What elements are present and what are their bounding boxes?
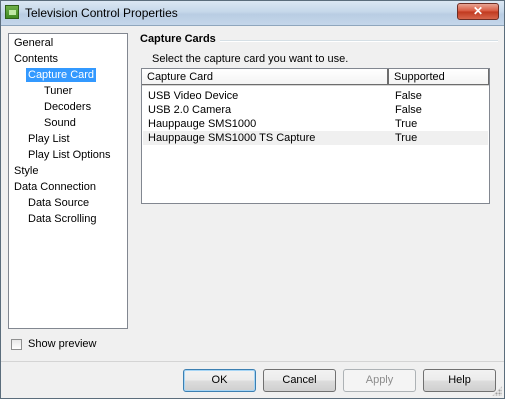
properties-dialog: Television Control Properties ✕ General … — [0, 0, 505, 399]
list-row[interactable]: USB 2.0 Camera False — [143, 103, 488, 117]
tree-item-general[interactable]: General — [12, 36, 55, 50]
group-divider — [220, 40, 498, 42]
apply-button: Apply — [343, 369, 416, 392]
window-title: Television Control Properties — [25, 6, 178, 20]
capture-card-list[interactable]: Capture Card Supported USB Video Device … — [141, 68, 490, 204]
list-row[interactable]: Hauppauge SMS1000 TS Capture True — [143, 131, 488, 145]
capture-card-name: USB 2.0 Camera — [148, 104, 232, 116]
tree-item-data-source[interactable]: Data Source — [26, 196, 91, 210]
supported-value: True — [395, 118, 418, 130]
tree-item-play-list-options[interactable]: Play List Options — [26, 148, 113, 162]
title-bar[interactable]: Television Control Properties ✕ — [1, 1, 504, 26]
close-icon: ✕ — [472, 4, 484, 18]
tree-item-data-scrolling[interactable]: Data Scrolling — [26, 212, 98, 226]
supported-value: False — [395, 104, 422, 116]
capture-card-name: USB Video Device — [148, 90, 239, 102]
show-preview-checkbox[interactable] — [11, 339, 22, 350]
cancel-button[interactable]: Cancel — [263, 369, 336, 392]
tree-item-style[interactable]: Style — [12, 164, 40, 178]
help-button[interactable]: Help — [423, 369, 496, 392]
column-header-capture-card[interactable]: Capture Card — [142, 69, 388, 85]
tree-item-play-list[interactable]: Play List — [26, 132, 72, 146]
tree-item-capture-card[interactable]: Capture Card — [26, 68, 97, 82]
list-row[interactable]: USB Video Device False — [143, 89, 488, 103]
tree-item-contents[interactable]: Contents — [12, 52, 60, 66]
category-tree[interactable]: General Contents Capture Card Tuner Deco… — [8, 33, 128, 329]
ok-button[interactable]: OK — [183, 369, 256, 392]
group-title: Capture Cards — [140, 33, 216, 45]
tree-item-sound[interactable]: Sound — [42, 116, 78, 130]
capture-card-name: Hauppauge SMS1000 — [148, 118, 257, 130]
supported-value: True — [395, 132, 418, 144]
show-preview-label[interactable]: Show preview — [28, 338, 96, 350]
tree-item-decoders[interactable]: Decoders — [42, 100, 93, 114]
button-separator — [1, 361, 504, 362]
list-row[interactable]: Hauppauge SMS1000 True — [143, 117, 488, 131]
tree-item-data-connection[interactable]: Data Connection — [12, 180, 98, 194]
supported-value: False — [395, 90, 422, 102]
instruction-text: Select the capture card you want to use. — [152, 53, 349, 65]
tree-item-tuner[interactable]: Tuner — [42, 84, 74, 98]
capture-card-name: Hauppauge SMS1000 TS Capture — [148, 132, 316, 144]
list-header: Capture Card Supported — [142, 69, 489, 86]
column-header-supported[interactable]: Supported — [388, 69, 489, 85]
app-icon — [5, 5, 19, 19]
close-button[interactable]: ✕ — [457, 3, 499, 20]
